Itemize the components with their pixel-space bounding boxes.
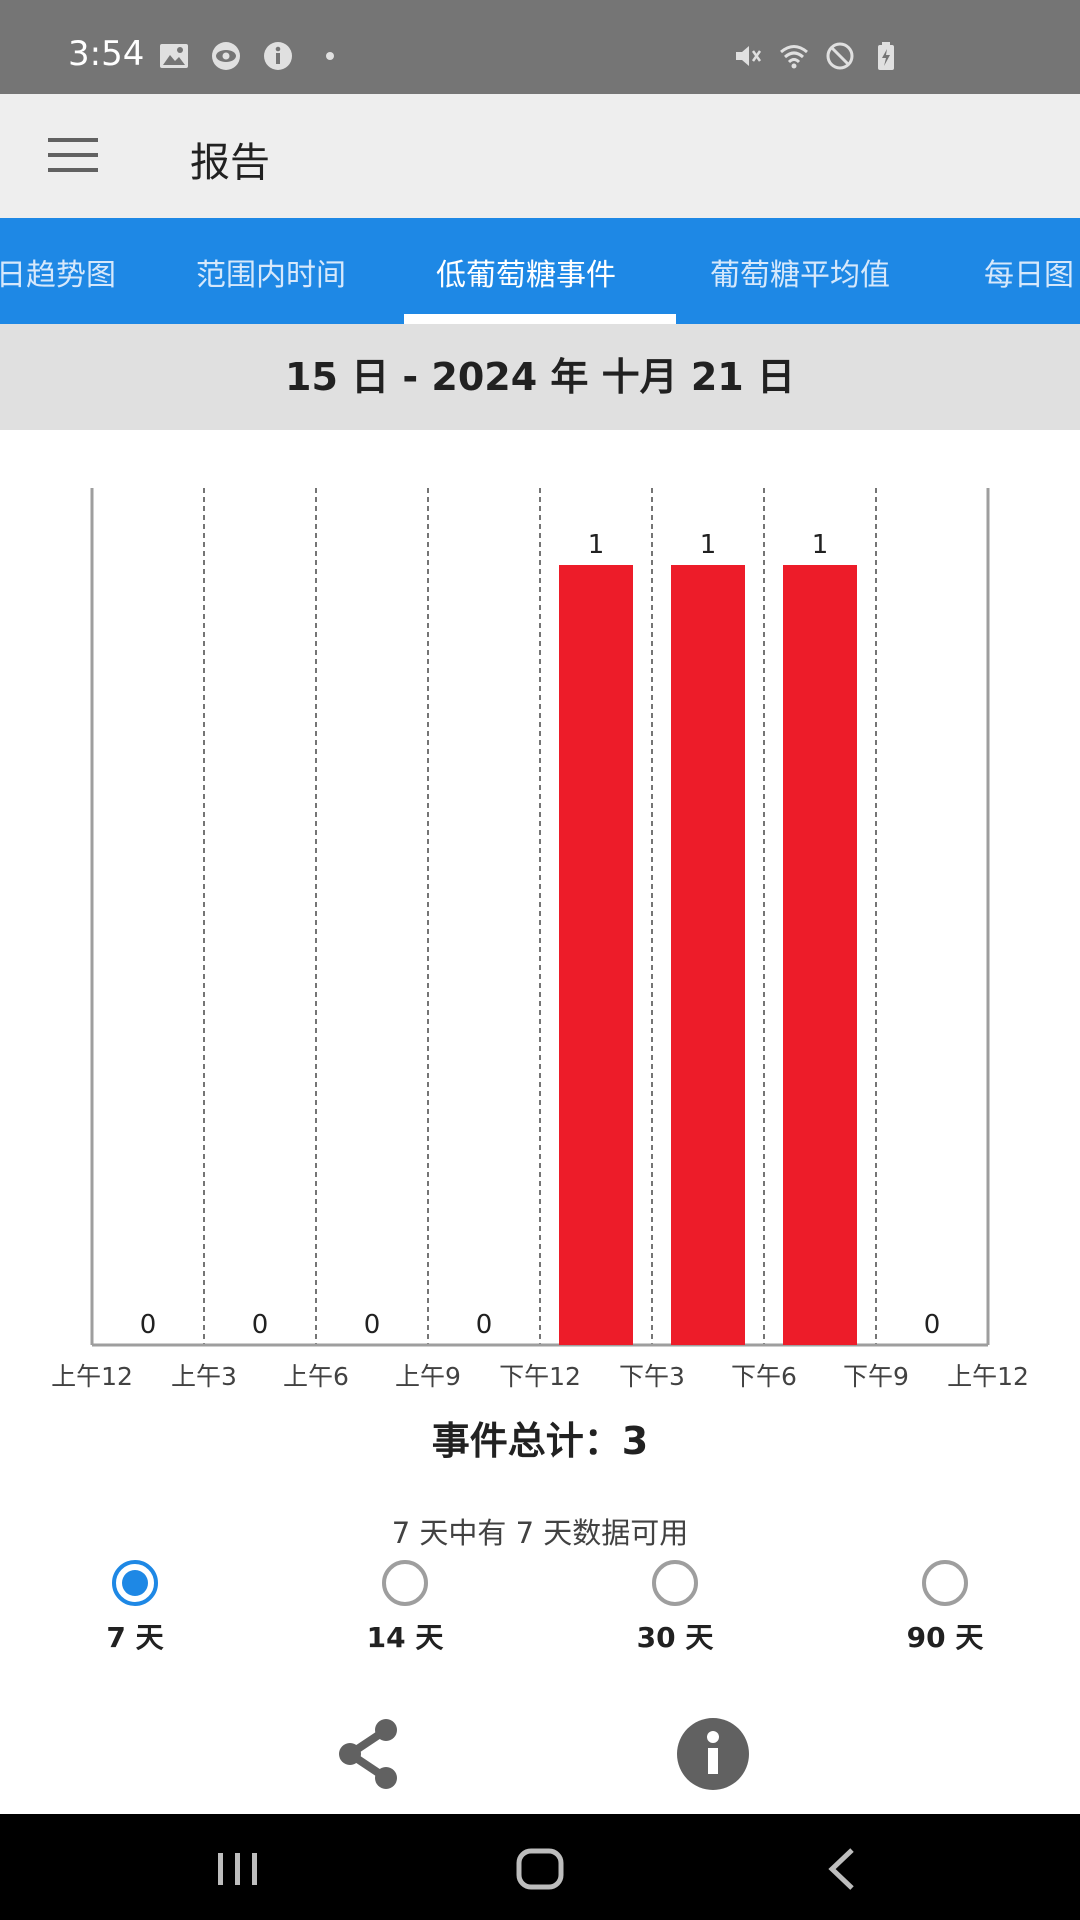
system-nav-bar — [0, 1814, 1080, 1920]
menu-icon[interactable] — [48, 134, 100, 178]
radio-label: 14 天 — [366, 1621, 444, 1654]
tab-low-glucose-events[interactable]: 低葡萄糖事件 — [436, 250, 616, 294]
menu-line — [48, 153, 98, 157]
tab-daily-graph[interactable]: 每日图 — [984, 250, 1074, 294]
chart-tick-label: 上午6 — [283, 1362, 349, 1390]
share-icon[interactable] — [330, 1716, 406, 1792]
chart-data-label: 1 — [588, 530, 605, 560]
chart-data-label: 0 — [140, 1310, 157, 1340]
tab-glucose-average[interactable]: 葡萄糖平均值 — [710, 250, 890, 294]
tab-time-in-range[interactable]: 范围内时间 — [196, 250, 346, 294]
chart-data-label: 0 — [476, 1310, 493, 1340]
chart-bar — [559, 565, 633, 1345]
chart-data-label: 0 — [252, 1310, 269, 1340]
home-icon[interactable] — [510, 1844, 570, 1894]
radio-button[interactable] — [922, 1560, 968, 1606]
range-option-90-days[interactable]: 90 天 — [855, 1560, 1035, 1656]
menu-line — [48, 168, 98, 172]
chart-tick-label: 下午6 — [731, 1362, 797, 1390]
mute-icon — [736, 46, 762, 66]
radio-button[interactable] — [652, 1560, 698, 1606]
event-total: 事件总计：3 — [431, 1419, 649, 1463]
range-option-30-days[interactable]: 30 天 — [585, 1560, 765, 1656]
chart-data-label: 0 — [364, 1310, 381, 1340]
recent-apps-icon[interactable] — [208, 1844, 268, 1894]
data-availability: 7 天中有 7 天数据可用 — [391, 1516, 689, 1550]
radio-label: 90 天 — [906, 1621, 984, 1654]
wifi-icon — [780, 45, 808, 69]
block-icon — [826, 42, 854, 70]
status-right-icons — [732, 40, 902, 72]
chart-data-label: 1 — [700, 530, 717, 560]
radio-label: 7 天 — [106, 1621, 164, 1654]
chart-tick-label: 上午9 — [395, 1362, 461, 1390]
chart-bar — [671, 565, 745, 1345]
range-option-14-days[interactable]: 14 天 — [315, 1560, 495, 1656]
range-option-7-days[interactable]: 7 天 — [45, 1560, 225, 1656]
chart-bar — [783, 565, 857, 1345]
dot-icon — [326, 52, 334, 60]
app-bar: 报告 — [0, 94, 1080, 218]
tab-indicator — [404, 314, 676, 324]
chart-data-label: 0 — [924, 1310, 941, 1340]
chart-tick-label: 上午12 — [51, 1362, 133, 1390]
tab-bar: 日趋势图 范围内时间 低葡萄糖事件 葡萄糖平均值 每日图 — [0, 218, 1080, 324]
back-icon[interactable] — [812, 1844, 872, 1894]
status-time: 3:54 — [68, 34, 145, 74]
image-icon — [160, 44, 188, 68]
radio-dot — [122, 1570, 148, 1596]
page-title: 报告 — [190, 140, 270, 186]
status-bar: 3:54 — [0, 0, 1080, 94]
chart-data-label: 1 — [812, 530, 829, 560]
menu-line — [48, 138, 98, 142]
status-left-icons — [158, 40, 346, 72]
date-band: 15 日 - 2024 年 十月 21 日 — [0, 324, 1080, 430]
low-glucose-events-chart: 0 0 0 01 1 10上午12 上午3 上午6 上午9 下午12 下午3 下午6 下午9 上午12 — [51, 488, 1029, 1390]
radio-label: 30 天 — [636, 1621, 714, 1654]
chart-tick-label: 上午3 — [171, 1362, 237, 1390]
info-icon[interactable] — [675, 1716, 751, 1792]
info-icon — [264, 42, 292, 70]
radio-button[interactable] — [382, 1560, 428, 1606]
radio-button-checked[interactable] — [112, 1560, 158, 1606]
battery-icon — [878, 42, 894, 70]
chart-tick-label: 上午12 — [947, 1362, 1029, 1390]
eye-icon — [212, 42, 240, 70]
date-range: 15 日 - 2024 年 十月 21 日 — [285, 355, 795, 399]
chart-tick-label: 下午9 — [843, 1362, 909, 1390]
chart-tick-label: 下午3 — [619, 1362, 685, 1390]
chart-tick-label: 下午12 — [499, 1362, 581, 1390]
tab-daily-trend[interactable]: 日趋势图 — [0, 250, 116, 294]
